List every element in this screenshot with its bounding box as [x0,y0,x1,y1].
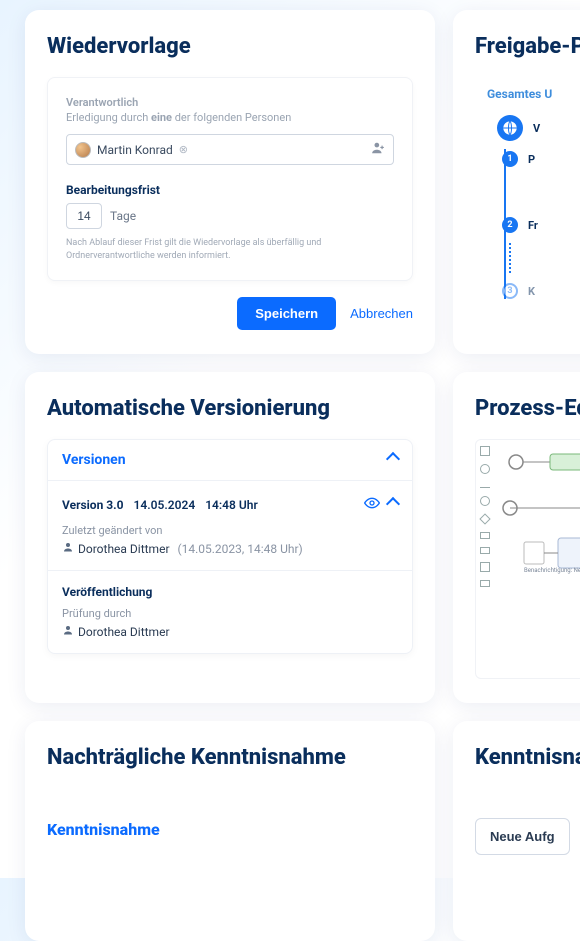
avatar [75,142,91,158]
changed-by-name: Dorothea Dittmer [78,542,170,556]
tool-doc-icon[interactable] [480,562,490,572]
responsible-label: Verantwortlich [66,96,394,109]
changed-by-meta: (14.05.2023, 14:48 Uhr) [178,542,303,556]
card-title: Wiedervorlage [47,34,413,59]
tool-circle2-icon[interactable] [480,496,490,506]
wiedervorlage-form: Verantwortlich Erledigung durch eine der… [47,77,413,281]
tool-rect-icon[interactable] [480,532,490,539]
card-title: Automatische Versionierung [47,396,413,421]
version-label: Version 3.0 [62,498,124,512]
remove-person-icon[interactable]: ⊗ [179,143,188,156]
eye-icon[interactable] [364,495,380,514]
diagram-annotation: Benachrichtigung: Neuer Antrag [524,568,580,575]
person-input[interactable]: Martin Konrad ⊗ [66,134,394,165]
days-unit: Tage [110,209,136,223]
flow-step-1: P [528,153,535,166]
tool-line-icon[interactable] [480,487,490,488]
card-versionierung: Automatische Versionierung Versionen Ver… [25,372,435,703]
card-wiedervorlage: Wiedervorlage Verantwortlich Erledigung … [25,10,435,354]
editor-canvas[interactable]: Benachrichtigung: Neuer Antrag [475,439,580,679]
card-title: Freigabe-Pr [475,34,580,59]
versions-panel-header[interactable]: Versionen [48,440,412,481]
versions-header-label: Versionen [62,452,126,468]
card-kenntnisnahme: Kenntnisnah Neue Aufg [453,721,580,941]
globe-icon [497,115,523,141]
kenntnisnahme-heading: Kenntnisnahme [47,820,413,839]
tool-diamond-icon[interactable] [479,514,490,525]
tool-circle-icon[interactable] [480,464,490,474]
version-date: 14.05.2024 [134,498,196,512]
flow-step-2: Fr [528,219,538,232]
card-title: Prozess-Edit [475,396,580,421]
step-3-icon: 3 [502,283,518,299]
card-freigabe: Freigabe-Pr Gesamtes U V 1 P 2 Fr [453,10,580,354]
publication-header: Veröffentlichung [62,585,398,599]
person-icon [62,541,74,556]
person-name: Martin Konrad [97,143,173,157]
process-diagram [498,448,580,668]
card-title: Nachträgliche Kenntnisnahme [47,745,413,770]
tool-rect3-icon[interactable] [480,580,490,587]
freigabe-subtitle: Gesamtes U [487,87,580,101]
flow-step-3: K [528,285,535,298]
cancel-button[interactable]: Abbrechen [350,306,413,321]
card-nachtraegliche-kenntnisnahme: Nachträgliche Kenntnisnahme Kenntnisnahm… [25,721,435,941]
tool-rect2-icon[interactable] [480,547,490,554]
version-time: 14:48 Uhr [205,498,258,512]
save-button[interactable]: Speichern [237,297,336,330]
tool-square-icon[interactable] [480,446,490,456]
responsible-sub: Erledigung durch eine der folgenden Pers… [66,111,394,124]
new-task-button[interactable]: Neue Aufg [475,818,570,855]
changed-by-label: Zuletzt geändert von [62,524,398,537]
days-input[interactable] [66,203,102,229]
person-icon [62,624,74,639]
check-by-name: Dorothea Dittmer [78,625,170,639]
flow-step-v: V [533,122,540,135]
freigabe-flow: V 1 P 2 Fr 3 K [487,115,580,299]
add-person-icon[interactable] [371,141,385,158]
helper-text: Nach Ablauf dieser Frist gilt die Wieder… [66,237,394,262]
chevron-up-icon[interactable] [388,452,398,468]
check-label: Prüfung durch [62,607,398,620]
deadline-label: Bearbeitungsfrist [66,183,394,197]
card-prozess-editor: Prozess-Edit [453,372,580,703]
chevron-up-icon[interactable] [388,498,398,512]
card-title: Kenntnisnah [475,745,580,770]
